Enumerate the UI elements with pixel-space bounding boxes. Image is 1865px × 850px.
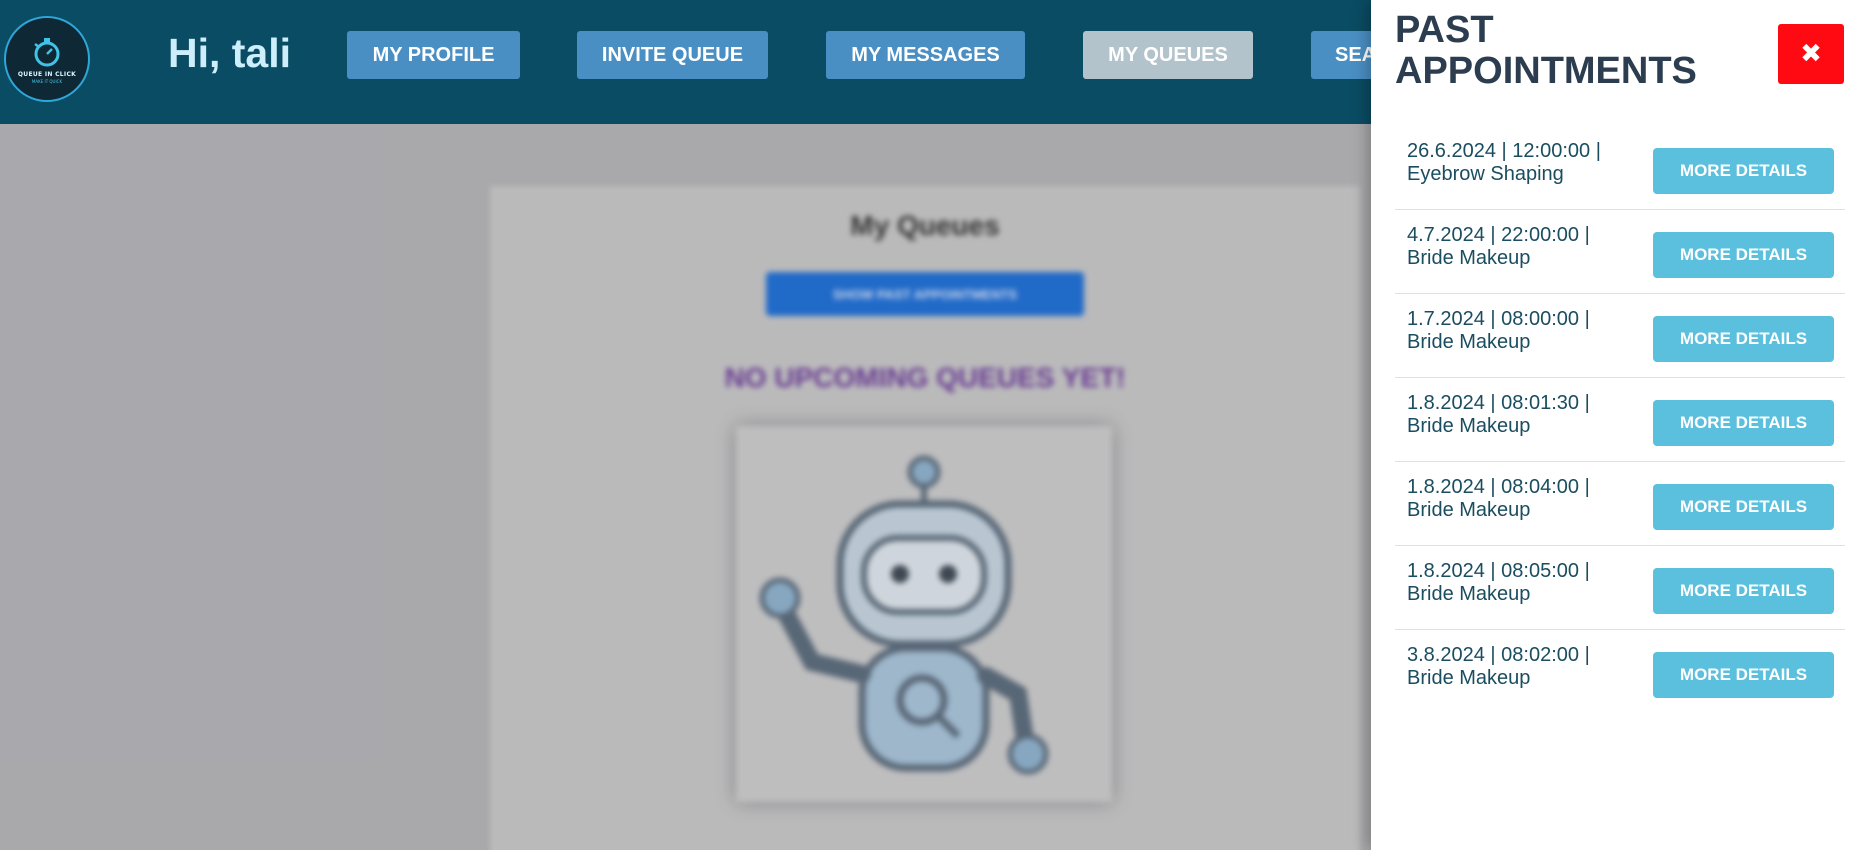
appointment-datetime: 1.8.2024 | 08:01:30 | — [1407, 392, 1590, 414]
appointment-service: Bride Makeup — [1407, 331, 1531, 353]
stopwatch-icon — [34, 37, 60, 66]
appointment-info: 1.8.2024 | 08:01:30 | Bride Makeup — [1407, 392, 1637, 438]
app-logo[interactable]: QUEUE IN CLICK MAKE IT QUICK — [4, 16, 90, 102]
more-details-button[interactable]: MORE DETAILS — [1653, 652, 1834, 698]
appointment-row: 1.7.2024 | 08:00:00 | Bride Makeup MORE … — [1395, 294, 1845, 378]
appointment-datetime: 4.7.2024 | 22:00:00 | — [1407, 224, 1590, 246]
appointment-row: 1.8.2024 | 08:05:00 | Bride Makeup MORE … — [1395, 546, 1845, 630]
close-panel-button[interactable]: ✖ — [1778, 24, 1844, 84]
past-appointments-panel: PAST APPOINTMENTS ✖ 26.6.2024 | 12:00:00… — [1371, 0, 1865, 850]
modal-backdrop[interactable] — [0, 124, 1371, 850]
more-details-button[interactable]: MORE DETAILS — [1653, 400, 1834, 446]
appointment-service: Bride Makeup — [1407, 247, 1531, 269]
appointment-row: 1.8.2024 | 08:01:30 | Bride Makeup MORE … — [1395, 378, 1845, 462]
appointment-info: 4.7.2024 | 22:00:00 | Bride Makeup — [1407, 224, 1637, 270]
appointment-info: 1.8.2024 | 08:04:00 | Bride Makeup — [1407, 476, 1637, 522]
appointment-datetime: 1.8.2024 | 08:04:00 | — [1407, 476, 1590, 498]
appointment-service: Bride Makeup — [1407, 499, 1531, 521]
appointment-datetime: 26.6.2024 | 12:00:00 | — [1407, 140, 1601, 162]
appointment-info: 3.8.2024 | 08:02:00 | Bride Makeup — [1407, 644, 1637, 690]
logo-subtext: MAKE IT QUICK — [31, 78, 63, 84]
panel-title: PAST APPOINTMENTS — [1395, 9, 1697, 92]
logo-text: QUEUE IN CLICK — [17, 70, 77, 78]
more-details-button[interactable]: MORE DETAILS — [1653, 568, 1834, 614]
appointment-datetime: 3.8.2024 | 08:02:00 | — [1407, 644, 1590, 666]
greeting: Hi, tali — [168, 30, 292, 76]
appointment-service: Bride Makeup — [1407, 583, 1531, 605]
close-icon: ✖ — [1800, 39, 1822, 69]
appointment-row: 1.8.2024 | 08:04:00 | Bride Makeup MORE … — [1395, 462, 1845, 546]
appointment-service: Bride Makeup — [1407, 667, 1531, 689]
nav-my-queues-button[interactable]: MY QUEUES — [1083, 31, 1253, 79]
appointment-list: 26.6.2024 | 12:00:00 | Eyebrow Shaping M… — [1395, 126, 1845, 714]
nav-invite-queue-button[interactable]: INVITE QUEUE — [577, 31, 768, 79]
appointment-service: Eyebrow Shaping — [1407, 163, 1564, 185]
appointment-datetime: 1.8.2024 | 08:05:00 | — [1407, 560, 1590, 582]
appointment-info: 1.8.2024 | 08:05:00 | Bride Makeup — [1407, 560, 1637, 606]
more-details-button[interactable]: MORE DETAILS — [1653, 148, 1834, 194]
appointment-info: 26.6.2024 | 12:00:00 | Eyebrow Shaping — [1407, 140, 1637, 186]
nav-my-profile-button[interactable]: MY PROFILE — [347, 31, 520, 79]
appointment-row: 3.8.2024 | 08:02:00 | Bride Makeup MORE … — [1395, 630, 1845, 714]
appointment-service: Bride Makeup — [1407, 415, 1531, 437]
appointment-info: 1.7.2024 | 08:00:00 | Bride Makeup — [1407, 308, 1637, 354]
more-details-button[interactable]: MORE DETAILS — [1653, 484, 1834, 530]
more-details-button[interactable]: MORE DETAILS — [1653, 316, 1834, 362]
appointment-row: 4.7.2024 | 22:00:00 | Bride Makeup MORE … — [1395, 210, 1845, 294]
appointment-datetime: 1.7.2024 | 08:00:00 | — [1407, 308, 1590, 330]
more-details-button[interactable]: MORE DETAILS — [1653, 232, 1834, 278]
appointment-row: 26.6.2024 | 12:00:00 | Eyebrow Shaping M… — [1395, 126, 1845, 210]
nav-my-messages-button[interactable]: MY MESSAGES — [826, 31, 1025, 79]
